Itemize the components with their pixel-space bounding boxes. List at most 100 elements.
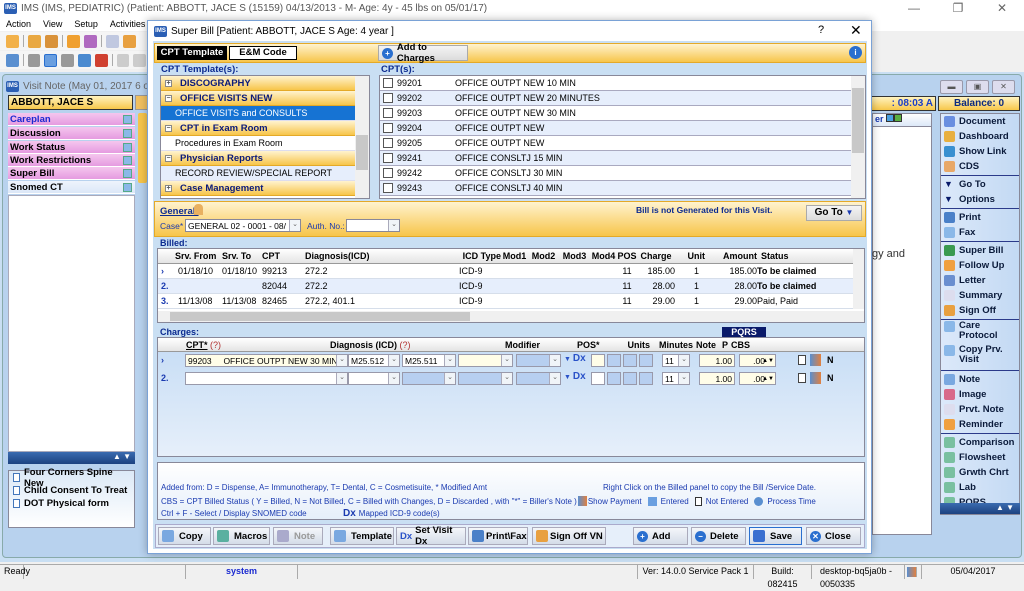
view-toggle-icon[interactable] xyxy=(886,114,895,122)
sidebar-super-bill[interactable]: Super Bill xyxy=(941,243,1019,258)
view-toggle-icon[interactable] xyxy=(894,114,903,122)
minimize-button[interactable]: — xyxy=(892,0,936,17)
right-sidebar-scroll-arrows[interactable]: ▲ ▼ xyxy=(940,503,1020,514)
template-item-procedures-exam-room[interactable]: Procedures in Exam Room xyxy=(161,136,369,151)
template-item-record-review[interactable]: RECORD REVIEW/SPECIAL REPORT xyxy=(161,166,369,181)
note-edit-icon[interactable] xyxy=(44,53,58,67)
sign-off-vn-button[interactable]: Sign Off VN xyxy=(532,527,606,545)
diagnosis-1-select[interactable]: M25.512 ⌄ xyxy=(348,354,400,367)
modifier-2-field[interactable] xyxy=(607,372,621,385)
menu-activities[interactable]: Activities xyxy=(104,19,152,29)
sidebar-document[interactable]: Document xyxy=(941,114,1019,129)
person-icon[interactable] xyxy=(194,204,203,215)
note-button[interactable]: Note xyxy=(273,527,323,545)
diagnosis-2-select[interactable]: M25.511 ⌄ xyxy=(402,354,456,367)
chevron-down-icon[interactable]: ⌄ xyxy=(388,220,399,231)
cpt-checkbox[interactable] xyxy=(383,138,393,148)
sidebar-growth-chart[interactable]: Grwth Chrt xyxy=(941,465,1019,480)
sidebar-item-snomed-ct[interactable]: Snomed CT xyxy=(8,181,135,194)
sidebar-letter[interactable]: Letter xyxy=(941,273,1019,288)
sidebar-dashboard[interactable]: Dashboard xyxy=(941,129,1019,144)
cpt-checkbox[interactable] xyxy=(383,93,393,103)
col-header[interactable]: Charge xyxy=(637,251,675,261)
sidebar-options[interactable]: ▼ Options xyxy=(941,192,1019,207)
chevron-down-icon[interactable]: ⌄ xyxy=(289,220,300,231)
chevron-down-icon[interactable]: ⌄ xyxy=(501,373,512,384)
dx-mapped-button[interactable]: ▼ Dx xyxy=(564,371,586,382)
sidebar-summary[interactable]: Summary xyxy=(941,288,1019,303)
diagnosis-1-select[interactable]: ⌄ xyxy=(348,372,400,385)
alert-icon[interactable] xyxy=(94,53,108,67)
cpt-row[interactable]: 99204 OFFICE OUTPT NEW xyxy=(380,121,865,136)
chevron-down-icon[interactable]: ⌄ xyxy=(388,355,399,366)
collapse-icon[interactable]: − xyxy=(165,124,172,132)
chevron-down-icon[interactable]: ⌄ xyxy=(678,355,689,366)
col-header[interactable]: Srv. To xyxy=(219,251,259,261)
billed-row[interactable]: 3. 11/13/08 11/13/08 82465 272.2, 401.1 … xyxy=(158,294,864,309)
diagnosis-4-select[interactable]: ⌄ xyxy=(516,354,561,367)
minutes-stepper[interactable]: .00 ▲▼ xyxy=(739,354,776,367)
cpt-select[interactable]: 99203 OFFICE OUTPT NEW 30 MIN ⌄ xyxy=(185,354,348,367)
cpt-checkbox[interactable] xyxy=(383,153,393,163)
col-header[interactable]: CPT xyxy=(259,251,297,261)
billed-row[interactable]: › 01/18/10 01/18/10 99213 272.2 ICD-9 11… xyxy=(158,264,864,279)
modifier-4-field[interactable] xyxy=(639,354,653,367)
sidebar-item-super-bill[interactable]: Super Bill xyxy=(8,167,135,180)
col-header[interactable]: Unit xyxy=(675,251,706,261)
chevron-down-icon[interactable]: ⌄ xyxy=(444,373,455,384)
menu-action[interactable]: Action xyxy=(0,19,37,29)
edit-note-icon[interactable] xyxy=(123,169,132,178)
diagnosis-3-select[interactable]: ⌄ xyxy=(458,354,513,367)
note-icon[interactable] xyxy=(798,373,806,383)
units-field[interactable]: 1.00 xyxy=(699,354,735,367)
note-icon[interactable] xyxy=(798,355,806,365)
form-item[interactable]: Child Consent To Treat xyxy=(9,484,134,497)
sidebar-care-protocol[interactable]: Care Protocol xyxy=(941,321,1019,345)
help-link[interactable]: (?) xyxy=(210,340,221,350)
maximize-button[interactable]: ❐ xyxy=(936,0,980,17)
sidebar-comparison[interactable]: Comparison xyxy=(941,435,1019,450)
modifier-3-field[interactable] xyxy=(623,354,637,367)
modifier-1-field[interactable] xyxy=(591,354,605,367)
form-item[interactable]: DOT Physical form xyxy=(9,497,134,510)
template-button[interactable]: Template xyxy=(330,527,394,545)
modifier-1-field[interactable] xyxy=(591,372,605,385)
modifier-3-field[interactable] xyxy=(623,372,637,385)
add-button[interactable]: + Add xyxy=(633,527,688,545)
sidebar-lab[interactable]: Lab xyxy=(941,480,1019,495)
edit-note-icon[interactable] xyxy=(123,143,132,152)
diagnosis-2-select[interactable]: ⌄ xyxy=(402,372,456,385)
edit-note-icon[interactable] xyxy=(123,129,132,138)
diagnosis-3-select[interactable]: ⌄ xyxy=(458,372,513,385)
billed-row[interactable]: 2. 82044 272.2 ICD-9 11 28.00 1 28.00 To… xyxy=(158,279,864,294)
lab-icon[interactable] xyxy=(123,34,136,48)
chevron-down-icon[interactable]: ⌄ xyxy=(678,373,689,384)
patient-icon[interactable] xyxy=(28,34,41,48)
menu-setup[interactable]: Setup xyxy=(68,19,104,29)
set-visit-dx-button[interactable]: Dx Set Visit Dx xyxy=(396,525,466,547)
chevron-down-icon[interactable]: ⌄ xyxy=(336,373,347,384)
collapse-icon[interactable]: − xyxy=(165,154,172,162)
sidebar-image[interactable]: Image xyxy=(941,387,1019,402)
cpt-row[interactable]: 99203 OFFICE OUTPT NEW 30 MIN xyxy=(380,106,865,121)
rx-icon[interactable] xyxy=(106,34,119,48)
sidebar-note[interactable]: Note xyxy=(941,372,1019,387)
sidebar-item-work-restrictions[interactable]: Work Restrictions xyxy=(8,154,135,167)
chevron-down-icon[interactable]: ⌄ xyxy=(549,355,560,366)
col-header[interactable]: ICD Type xyxy=(453,251,501,261)
chevron-down-icon[interactable]: ⌄ xyxy=(444,355,455,366)
template-group-cpt-exam-room[interactable]: − CPT in Exam Room xyxy=(161,121,369,136)
expand-icon[interactable]: + xyxy=(165,184,172,192)
expand-icon[interactable]: + xyxy=(165,79,172,87)
payment-icon[interactable] xyxy=(810,372,821,384)
provider-icon[interactable] xyxy=(45,34,58,48)
template-group-physician-reports[interactable]: − Physician Reports xyxy=(161,151,369,166)
sidebar-follow-up[interactable]: Follow Up xyxy=(941,258,1019,273)
collapse-icon[interactable]: − xyxy=(165,94,172,102)
sidebar-print[interactable]: Print xyxy=(941,210,1019,225)
schedule-icon[interactable] xyxy=(67,34,80,48)
edit-note-icon[interactable] xyxy=(123,115,132,124)
edit-note-icon[interactable] xyxy=(123,183,132,192)
copy-button[interactable]: Copy xyxy=(158,527,211,545)
units-field[interactable]: 1.00 xyxy=(699,372,735,385)
